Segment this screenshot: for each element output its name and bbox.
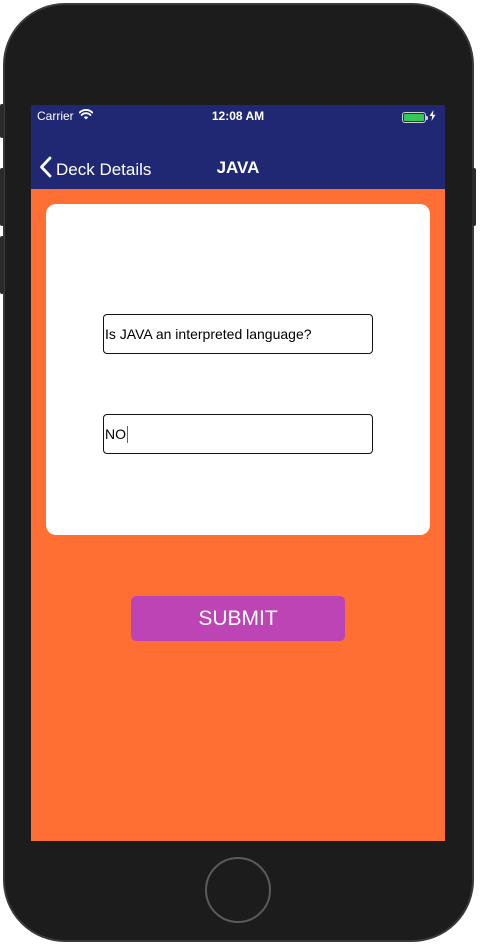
battery-indicator (402, 110, 436, 124)
card-form: Is JAVA an interpreted language? NO (46, 204, 430, 535)
status-time: 12:08 AM (211, 109, 265, 123)
home-button[interactable] (205, 857, 271, 923)
side-switch (0, 104, 4, 138)
power-button (472, 168, 476, 226)
status-bar: Carrier 12:08 AM (31, 105, 445, 127)
app-screen: Carrier 12:08 AM Deck Details JAVA Is JA… (31, 105, 445, 841)
volume-down-button (0, 236, 4, 294)
navigation-bar: Deck Details JAVA (31, 127, 445, 189)
charging-bolt-icon (429, 110, 436, 124)
submit-button[interactable]: SUBMIT (131, 596, 345, 641)
answer-input[interactable]: NO (103, 414, 373, 454)
page-title: JAVA (216, 158, 260, 177)
text-cursor (127, 425, 128, 443)
question-input-value: Is JAVA an interpreted language? (105, 326, 312, 342)
battery-fill (404, 113, 424, 121)
question-input[interactable]: Is JAVA an interpreted language? (103, 314, 373, 354)
answer-input-value: NO (105, 426, 126, 442)
battery-icon (402, 111, 428, 123)
volume-up-button (0, 168, 4, 226)
